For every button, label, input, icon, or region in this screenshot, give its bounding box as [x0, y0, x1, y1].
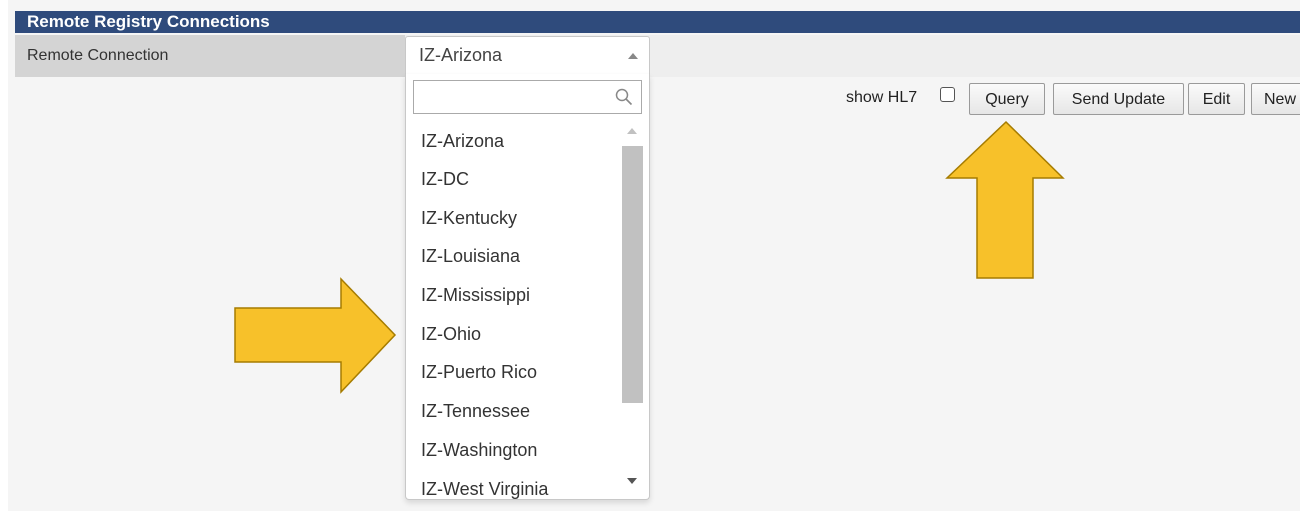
- option-iz-west-virginia[interactable]: IZ-West Virginia: [406, 470, 620, 500]
- remote-connection-select[interactable]: IZ-Arizona: [405, 36, 650, 74]
- new-button[interactable]: New: [1251, 83, 1300, 115]
- scroll-down-icon[interactable]: [627, 478, 637, 484]
- show-hl7-label: show HL7: [846, 89, 918, 106]
- remote-connection-row: Remote Connection: [15, 35, 1300, 77]
- option-iz-ohio[interactable]: IZ-Ohio: [406, 315, 620, 354]
- option-iz-tennessee[interactable]: IZ-Tennessee: [406, 392, 620, 431]
- dropdown-search-input[interactable]: [414, 81, 609, 113]
- show-hl7-checkbox[interactable]: [940, 87, 955, 102]
- scrollbar-thumb[interactable]: [622, 146, 643, 403]
- connection-options-list: IZ-Arizona IZ-DC IZ-Kentucky IZ-Louisian…: [406, 122, 620, 500]
- chevron-up-icon[interactable]: [628, 53, 638, 59]
- query-button[interactable]: Query: [969, 83, 1045, 115]
- annotation-arrow-up-icon: [945, 120, 1065, 279]
- option-iz-louisiana[interactable]: IZ-Louisiana: [406, 237, 620, 276]
- edit-button[interactable]: Edit: [1188, 83, 1245, 115]
- send-update-button[interactable]: Send Update: [1053, 83, 1184, 115]
- option-iz-dc[interactable]: IZ-DC: [406, 160, 620, 199]
- dropdown-scrollbar[interactable]: [622, 122, 643, 492]
- remote-connection-label: Remote Connection: [15, 35, 405, 77]
- scroll-up-icon[interactable]: [627, 128, 637, 134]
- selected-connection: IZ-Arizona: [419, 45, 503, 65]
- connection-dropdown: IZ-Arizona IZ-DC IZ-Kentucky IZ-Louisian…: [405, 74, 650, 500]
- option-iz-puerto-rico[interactable]: IZ-Puerto Rico: [406, 353, 620, 392]
- section-title: Remote Registry Connections: [15, 11, 1300, 33]
- option-iz-washington[interactable]: IZ-Washington: [406, 431, 620, 470]
- option-iz-arizona[interactable]: IZ-Arizona: [406, 122, 620, 160]
- annotation-arrow-right-icon: [234, 277, 397, 394]
- option-iz-mississippi[interactable]: IZ-Mississippi: [406, 276, 620, 315]
- option-iz-kentucky[interactable]: IZ-Kentucky: [406, 199, 620, 238]
- dropdown-search[interactable]: [413, 80, 642, 114]
- search-icon: [615, 88, 633, 106]
